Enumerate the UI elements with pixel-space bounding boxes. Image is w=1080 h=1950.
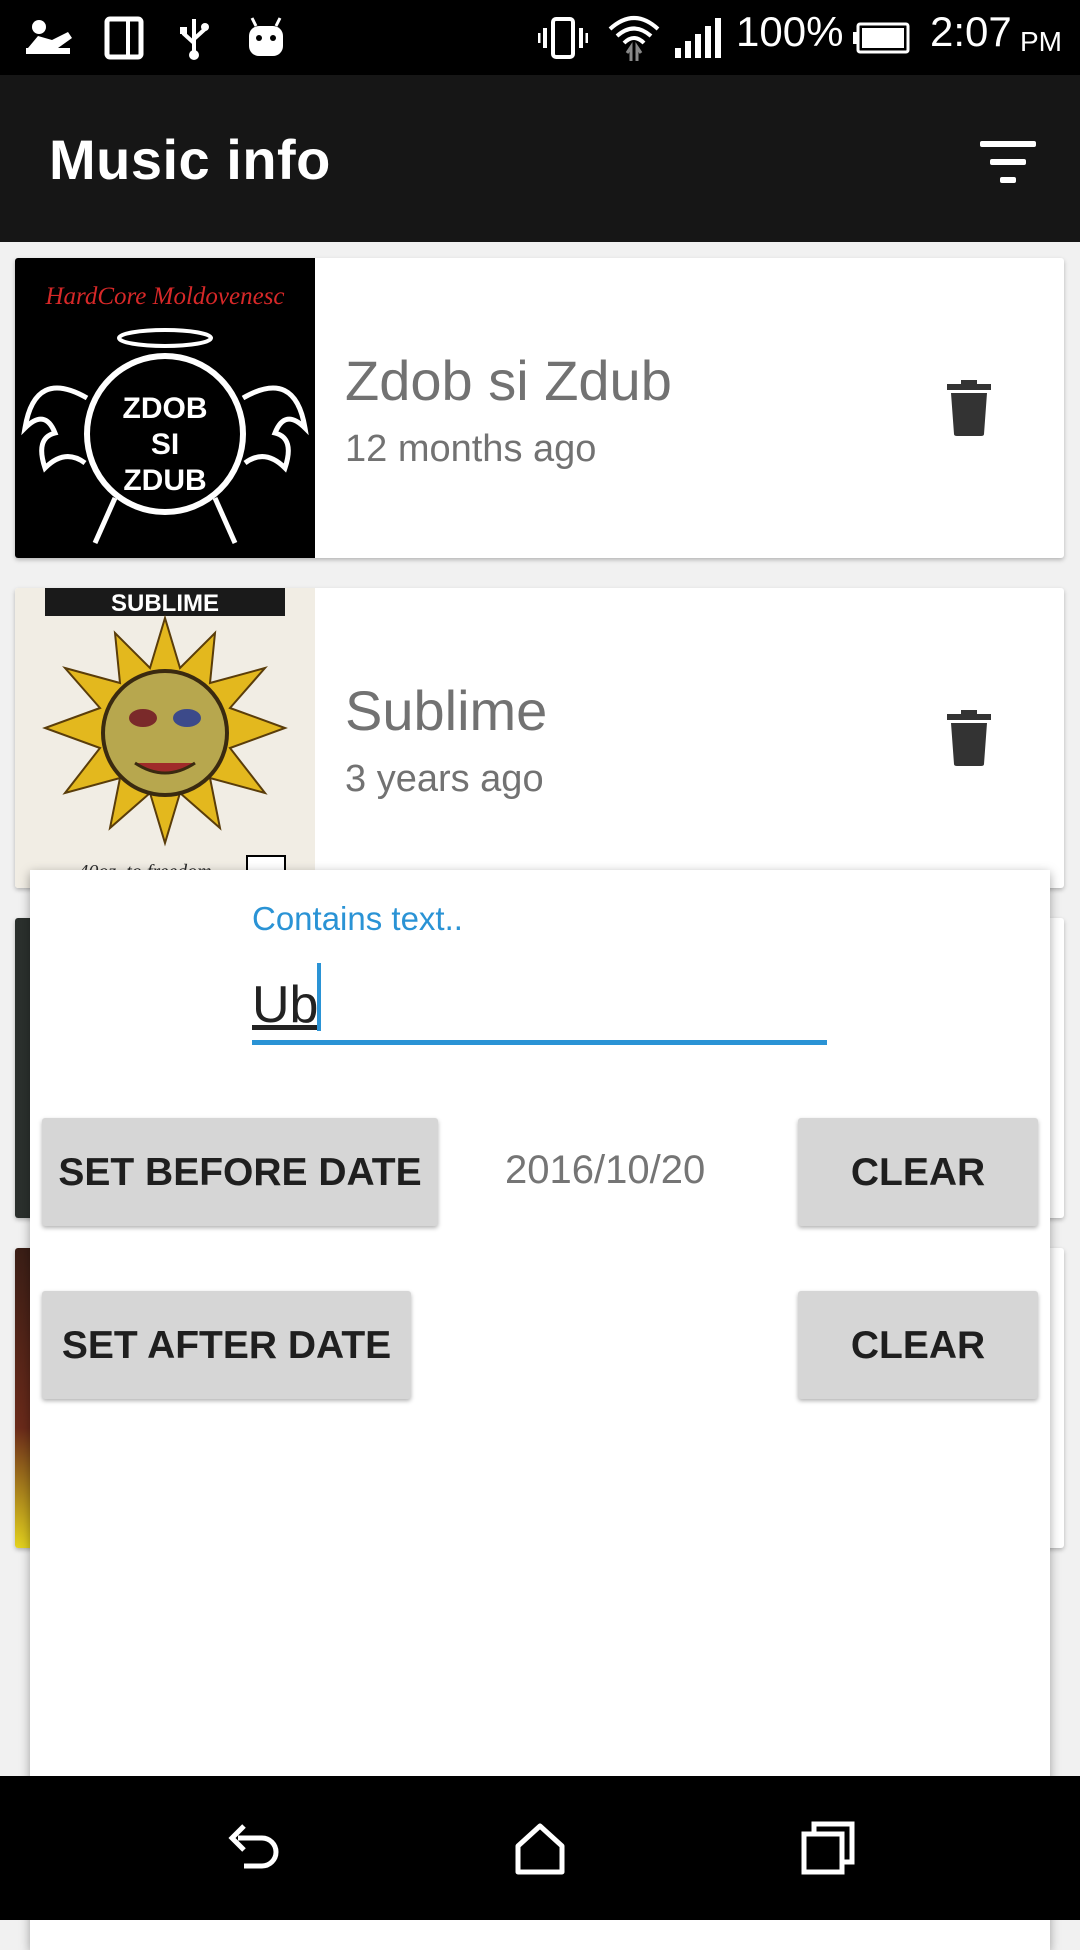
- navigation-bar: [0, 1776, 1080, 1920]
- album-art-text: SUBLIME: [111, 590, 219, 617]
- clock-time: 2:07: [930, 8, 1012, 55]
- person-icon: [22, 14, 78, 62]
- status-bar: 100% 2:07 PM: [0, 0, 1080, 75]
- text-filter-label: Contains text..: [252, 900, 463, 937]
- back-icon[interactable]: [224, 1818, 284, 1878]
- battery-icon: [852, 14, 910, 62]
- card-title: Sublime: [345, 679, 548, 742]
- text-cursor: [317, 963, 321, 1031]
- delete-icon[interactable]: [947, 380, 991, 436]
- album-art-text: ZDUB: [123, 464, 206, 497]
- battery-percent: 100%: [736, 8, 844, 55]
- album-art: HardCore Moldovenesc ZDOB SI ZDUB: [15, 258, 315, 558]
- album-art: SUBLIME 40oz. to freedom: [15, 588, 315, 888]
- phone-icon: [103, 14, 145, 62]
- set-after-date-button[interactable]: SET AFTER DATE: [42, 1291, 411, 1399]
- list-item[interactable]: HardCore Moldovenesc ZDOB SI ZDUB Zdob s…: [15, 258, 1064, 558]
- card-subtitle: 12 months ago: [345, 428, 597, 470]
- before-date-value: 2016/10/20: [505, 1148, 706, 1192]
- clear-before-date-button[interactable]: CLEAR: [798, 1118, 1038, 1226]
- text-filter-input[interactable]: [252, 970, 827, 1045]
- clock-ampm: PM: [1020, 26, 1062, 57]
- recents-icon[interactable]: [798, 1818, 858, 1878]
- android-icon: [244, 14, 288, 62]
- vibrate-icon: [536, 14, 590, 62]
- page-title: Music info: [49, 128, 331, 191]
- list-item[interactable]: SUBLIME 40oz. to freedom Sublime 3 years…: [15, 588, 1064, 888]
- card-subtitle: 3 years ago: [345, 758, 544, 800]
- delete-icon[interactable]: [947, 710, 991, 766]
- album-art-text: SI: [151, 428, 179, 461]
- usb-icon: [174, 14, 214, 62]
- set-before-date-button[interactable]: SET BEFORE DATE: [42, 1118, 438, 1226]
- home-icon[interactable]: [510, 1818, 570, 1878]
- wifi-icon: [606, 14, 662, 62]
- clear-after-date-button[interactable]: CLEAR: [798, 1291, 1038, 1399]
- album-art-text: ZDOB: [123, 392, 208, 425]
- card-title: Zdob si Zdub: [345, 349, 672, 412]
- album-art-text: HardCore Moldovenesc: [44, 283, 284, 310]
- filter-icon[interactable]: [970, 135, 1040, 195]
- app-toolbar: Music info: [0, 75, 1080, 242]
- signal-icon: [672, 14, 722, 62]
